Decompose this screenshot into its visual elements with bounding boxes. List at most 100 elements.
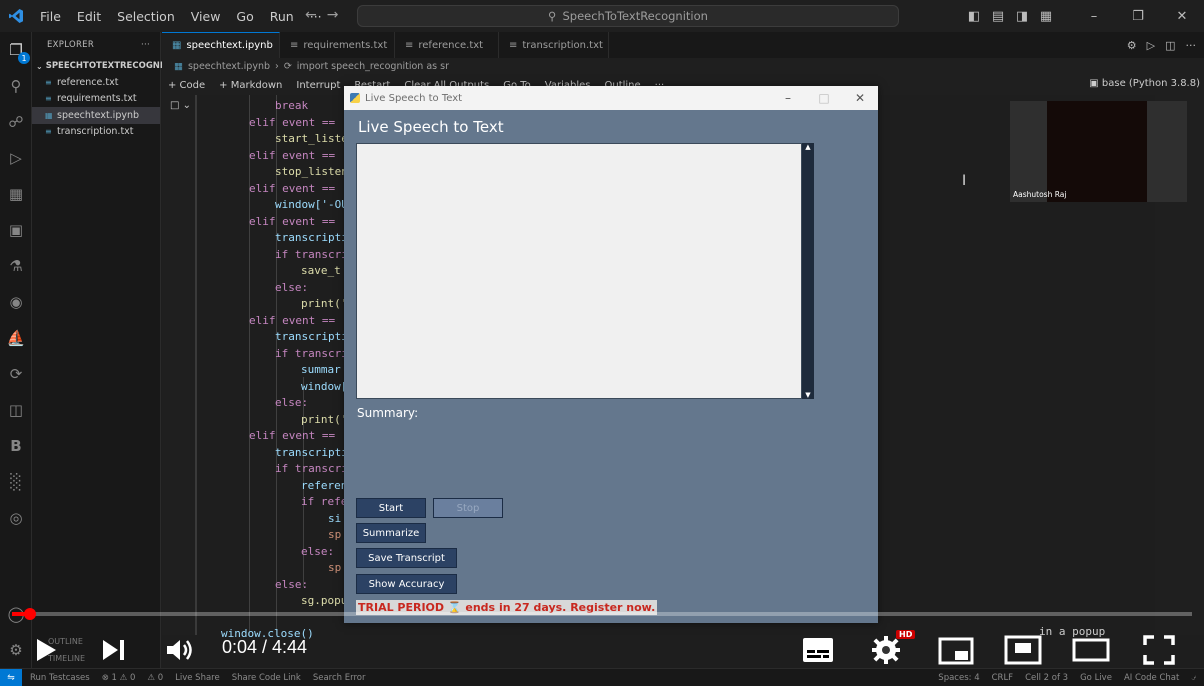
explorer-icon[interactable]: ❐ 1	[4, 38, 30, 64]
popup-minimize-icon[interactable]: –	[770, 91, 806, 105]
remote-indicator-icon[interactable]: ⇋	[0, 668, 22, 686]
wide-mode-icon[interactable]	[1071, 636, 1111, 664]
live-share-icon[interactable]: ⟳	[4, 362, 28, 386]
status-share-code-link[interactable]: Share Code Link	[232, 673, 301, 683]
add-code-cell-button[interactable]: + Code	[168, 80, 205, 91]
participant-name: Aashutosh Raj	[1013, 190, 1067, 199]
breadcrumb-file[interactable]: speechtext.ipynb	[188, 61, 270, 72]
volume-icon[interactable]	[163, 636, 197, 664]
text-file-icon: ≡	[45, 127, 52, 137]
split-editor-icon[interactable]: ◫	[1165, 39, 1175, 52]
kernel-icon: ▣	[1089, 78, 1099, 89]
popup-close-icon[interactable]: ✕	[842, 91, 878, 105]
breadcrumb-symbol[interactable]: import speech_recognition as sr	[297, 61, 449, 72]
restore-icon[interactable]: ❐	[1116, 9, 1160, 24]
show-accuracy-button[interactable]: Show Accuracy	[356, 574, 457, 594]
menu-edit[interactable]: Edit	[69, 9, 109, 24]
copilot-icon[interactable]: ◎	[4, 506, 28, 530]
notifications-bell-icon[interactable]: ⍻	[1191, 673, 1196, 683]
search-icon: ⚲	[548, 9, 557, 23]
status-search-error[interactable]: Search Error	[313, 673, 366, 683]
transcript-output[interactable]	[356, 143, 802, 399]
run-icon[interactable]: ▷	[1147, 39, 1155, 52]
file-speechtext[interactable]: ▦ speechtext.ipynb	[32, 107, 160, 124]
menu-selection[interactable]: Selection	[109, 9, 183, 24]
file-reference[interactable]: ≡ reference.txt	[32, 74, 160, 91]
status-live-share[interactable]: Live Share	[175, 673, 220, 683]
status-go-live[interactable]: Go Live	[1080, 673, 1112, 683]
fullscreen-icon[interactable]	[1142, 634, 1176, 666]
settings-gear-icon[interactable]: ⚙	[1127, 39, 1137, 52]
toggle-secondary-sidebar-icon[interactable]: ◨	[1010, 9, 1034, 24]
text-file-icon: ≡	[509, 39, 518, 51]
more-actions-icon[interactable]: ···	[141, 40, 150, 50]
code-line: transcripti	[275, 446, 348, 459]
video-time-display: 0:04 / 4:44	[222, 637, 308, 657]
back-arrow-icon[interactable]: ←	[305, 7, 317, 23]
file-transcription[interactable]: ≡ transcription.txt	[32, 124, 160, 141]
menu-view[interactable]: View	[183, 9, 229, 24]
search-icon[interactable]: ⚲	[4, 74, 28, 98]
b-extension-icon[interactable]: B	[4, 434, 28, 458]
status-spaces[interactable]: Spaces: 4	[938, 673, 979, 683]
github-icon[interactable]: ◉	[4, 290, 28, 314]
theater-mode-icon[interactable]	[1003, 634, 1043, 666]
menu-go[interactable]: Go	[228, 9, 261, 24]
tab-requirements[interactable]: ≡ requirements.txt	[280, 32, 395, 58]
scroll-down-icon[interactable]: ▼	[804, 391, 812, 399]
source-control-icon[interactable]: ☍	[4, 110, 28, 134]
notebook-file-icon: ▦	[174, 61, 183, 72]
save-transcript-button[interactable]: Save Transcript	[356, 548, 457, 568]
close-icon[interactable]: ✕	[1160, 9, 1204, 24]
start-button[interactable]: Start	[356, 498, 426, 518]
forward-arrow-icon[interactable]: →	[327, 7, 339, 23]
tab-speechtext[interactable]: ▦ speechtext.ipynb	[162, 32, 280, 58]
summarize-button[interactable]: Summarize	[356, 523, 426, 543]
workspace-folder[interactable]: ⌄ SPEECHTOTEXTRECOGNITI...	[32, 58, 182, 74]
docker-icon[interactable]: ⛵	[4, 326, 28, 350]
popup-maximize-icon[interactable]: □	[806, 91, 842, 105]
status-problems[interactable]: ⊗ 1 ⚠ 0	[102, 673, 136, 683]
status-warnings[interactable]: ⚠ 0	[147, 673, 163, 683]
text-file-icon: ≡	[45, 77, 52, 87]
settings-gear-icon[interactable]: ⚙	[4, 638, 28, 662]
status-cell-position[interactable]: Cell 2 of 3	[1025, 673, 1068, 683]
customize-layout-icon[interactable]: ▦	[1034, 9, 1058, 24]
menu-file[interactable]: File	[32, 9, 69, 24]
file-label: transcription.txt	[57, 126, 134, 138]
status-run-testcases[interactable]: Run Testcases	[30, 673, 90, 683]
title-bar: File Edit Selection View Go Run ··· ← → …	[0, 0, 1204, 32]
subtitles-icon[interactable]	[801, 636, 835, 664]
more-actions-icon[interactable]: ···	[1186, 39, 1197, 52]
tab-reference[interactable]: ≡ reference.txt	[395, 32, 499, 58]
next-video-icon[interactable]	[98, 636, 128, 664]
minimize-icon[interactable]: –	[1072, 9, 1116, 24]
extensions-icon[interactable]: ▦	[4, 182, 28, 206]
command-center-search[interactable]: ⚲ SpeechToTextRecognition	[357, 5, 899, 27]
cell-collapse-toggle[interactable]: □ ⌄	[170, 100, 191, 111]
chart-extension-icon[interactable]: ░	[4, 470, 28, 494]
file-requirements[interactable]: ≡ requirements.txt	[32, 91, 160, 108]
database-icon[interactable]: ◫	[4, 398, 28, 422]
scroll-up-icon[interactable]: ▲	[804, 143, 812, 151]
miniplayer-icon[interactable]	[937, 636, 975, 666]
play-icon[interactable]	[30, 634, 62, 666]
add-markdown-cell-button[interactable]: + Markdown	[219, 80, 282, 91]
chevron-down-icon: ⌄	[36, 61, 43, 71]
remote-explorer-icon[interactable]: ▣	[4, 218, 28, 242]
transcript-scrollbar[interactable]: ▲ ▼	[802, 143, 814, 399]
status-eol[interactable]: CRLF	[992, 673, 1013, 683]
tab-transcription[interactable]: ≡ transcription.txt	[499, 32, 609, 58]
toggle-primary-sidebar-icon[interactable]: ◧	[962, 9, 986, 24]
run-debug-icon[interactable]: ▷	[4, 146, 28, 170]
status-ai-code-chat[interactable]: AI Code Chat	[1124, 673, 1179, 683]
toggle-panel-icon[interactable]: ▤	[986, 9, 1010, 24]
testing-flask-icon[interactable]: ⚗	[4, 254, 28, 278]
video-scrubber-handle[interactable]	[24, 608, 36, 620]
interrupt-button[interactable]: Interrupt	[296, 80, 340, 91]
code-line: window[	[301, 380, 348, 393]
video-progress-track[interactable]	[12, 612, 1192, 616]
menu-run[interactable]: Run	[262, 9, 302, 24]
kernel-picker[interactable]: ▣ base (Python 3.8.8)	[1089, 78, 1200, 89]
stop-button[interactable]: Stop	[433, 498, 503, 518]
